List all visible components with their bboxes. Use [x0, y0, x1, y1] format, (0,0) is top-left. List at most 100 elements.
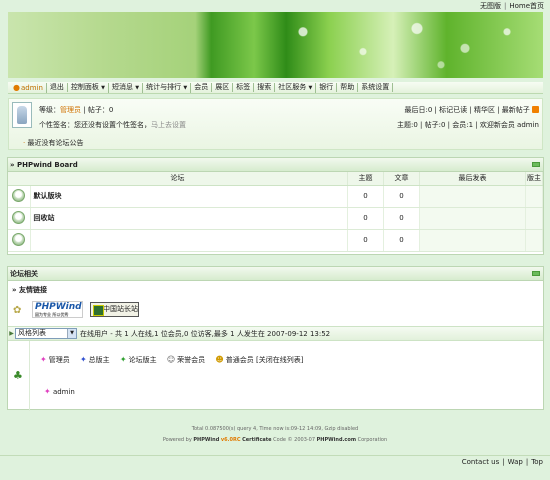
- col-posts: 文章: [383, 172, 420, 186]
- topic-count: 0: [347, 185, 384, 208]
- last-post: [419, 229, 526, 252]
- table-row: 默认版块 0 0: [8, 185, 544, 208]
- nav-stats[interactable]: 统计与排行 ▼: [143, 82, 192, 93]
- bottom-links: Contact us | Wap | Top: [461, 458, 543, 466]
- col-moderator: 版主: [525, 172, 544, 186]
- nav-community[interactable]: 社区服务 ▼: [275, 82, 317, 93]
- online-user-link[interactable]: admin: [53, 388, 75, 396]
- topic-count: 0: [347, 229, 384, 252]
- nav-settings[interactable]: 系统设置: [358, 83, 394, 92]
- collapse-icon[interactable]: [532, 162, 540, 167]
- forum-stats: 主题:0 | 帖子:0 | 会员:1 | 欢迎新会员 admin: [396, 121, 539, 129]
- nav-control-panel[interactable]: 控制面板 ▼: [68, 82, 110, 93]
- legend-admin: 管理员: [48, 356, 70, 364]
- certificate-link[interactable]: Certificate: [242, 437, 271, 443]
- header-banner: [8, 12, 543, 78]
- phpwind-logo-sub: 因为专业 所以优秀: [35, 312, 69, 317]
- table-row: 0 0: [8, 229, 544, 252]
- chinaz-logo-link[interactable]: 中国站长站: [90, 302, 139, 317]
- set-signature-link[interactable]: 马上去设置: [151, 121, 186, 129]
- forum-name[interactable]: 默认版块: [30, 185, 348, 208]
- col-topics: 主题: [347, 172, 384, 186]
- version: v6.0RC: [220, 437, 241, 443]
- bullet-icon: ·: [23, 139, 26, 147]
- quick-links: 最后日:0 | 标记已读 | 精华区 | 最新帖子: [405, 105, 539, 115]
- nav-members[interactable]: 会员: [191, 83, 213, 92]
- wap-bottom-link[interactable]: Wap: [508, 458, 523, 466]
- avatar-image: [17, 106, 27, 124]
- footer: Total 0.087500(s) query 4, Time now is:0…: [0, 424, 550, 446]
- digest-link[interactable]: 精华区: [474, 106, 495, 114]
- rss-icon[interactable]: [532, 106, 539, 113]
- chevron-down-icon: ▼: [101, 84, 106, 91]
- nav-logout[interactable]: 退出: [47, 83, 68, 92]
- honor-icon: ☺: [166, 355, 176, 364]
- moderator: [525, 229, 544, 252]
- friend-links-title: » 友情链接: [12, 286, 47, 294]
- forum-icon: [12, 210, 26, 224]
- online-bar: ▶ 风格列表 ▼ 在线用户 - 共 1 人在线,1 位会员,0 位访客,最多 1…: [8, 326, 543, 341]
- collapse-icon[interactable]: [532, 271, 540, 276]
- top-link[interactable]: Top: [531, 458, 543, 466]
- divider: [0, 455, 550, 456]
- brand-link[interactable]: PHPWind: [193, 437, 219, 443]
- nav-user[interactable]: ●admin: [10, 82, 47, 93]
- chevron-down-icon: ▼: [308, 84, 313, 91]
- user-info-panel: 等级：管理员 | 帖子：0 个性签名：您还没有设置个性签名，马上去设置 · 最近…: [8, 98, 543, 150]
- latest-posts-link[interactable]: 最新帖子: [502, 106, 530, 114]
- legend-member: 普通会员: [225, 356, 254, 364]
- chevron-down-icon: ▼: [67, 329, 76, 338]
- style-select[interactable]: 风格列表 ▼: [15, 328, 77, 339]
- chevron-down-icon: ▼: [135, 84, 140, 91]
- post-count: 0: [383, 229, 420, 252]
- level-label: 等级：: [39, 106, 60, 114]
- nav-tags[interactable]: 标签: [233, 83, 255, 92]
- board-header: » PHPwind Board: [8, 158, 543, 172]
- level-value[interactable]: 管理员: [60, 106, 81, 114]
- corp-label: Corporation: [357, 437, 388, 443]
- footer-debug-line: Total 0.087500(s) query 4, Time now is:0…: [191, 426, 359, 432]
- related-title: 论坛相关: [10, 270, 38, 278]
- main-nav: ●admin 退出 控制面板 ▼ 短消息 ▼ 统计与排行 ▼ 会员 展区 标签 …: [8, 82, 543, 94]
- forum-icon: [12, 188, 26, 202]
- last-post: [419, 207, 526, 230]
- moderator: [525, 185, 544, 208]
- nav-bank[interactable]: 银行: [316, 83, 338, 92]
- last-day-link[interactable]: 最后日:0: [405, 106, 433, 114]
- nav-messages[interactable]: 短消息 ▼: [109, 82, 144, 93]
- admin-group-icon: ✦: [40, 355, 47, 364]
- mod-icon: ✦: [119, 355, 127, 364]
- post-count: 0: [383, 207, 420, 230]
- forum-icon: [12, 232, 26, 246]
- forum-name[interactable]: [30, 229, 348, 252]
- nav-search[interactable]: 搜索: [254, 83, 276, 92]
- contact-link[interactable]: Contact us: [462, 458, 500, 466]
- forum-name[interactable]: 回收站: [30, 207, 348, 230]
- site-link[interactable]: PHPWind.com: [317, 437, 356, 443]
- online-list: ♣ ✦ 管理员 ✦ 总版主 ✦ 论坛版主 ☺ 荣誉会员 ☻ 普通会员 [关闭在线列表] ✦…: [8, 341, 543, 411]
- board-title[interactable]: » PHPwind Board: [10, 161, 78, 169]
- announcement-text: 最近没有论坛公告: [27, 139, 84, 147]
- copyright: Code © 2003-07: [273, 437, 316, 443]
- friend-links: ✿ PHPWind 因为专业 所以优秀 中国站长站: [8, 298, 543, 320]
- group-legend: ✦ 管理员 ✦ 总版主 ✦ 论坛版主 ☺ 荣誉会员 ☻ 普通会员 [关闭在线列表]: [40, 355, 303, 365]
- post-count: 帖子：0: [87, 106, 114, 114]
- wap-link[interactable]: 无图版: [480, 2, 501, 10]
- home-link[interactable]: Home首页: [509, 2, 544, 10]
- nav-help[interactable]: 帮助: [337, 83, 359, 92]
- super-mod-icon: ✦: [79, 355, 87, 364]
- member-icon: ☻: [215, 355, 224, 364]
- user-icon: ●: [13, 82, 20, 92]
- table-row: 回收站 0 0: [8, 207, 544, 230]
- mark-read-link[interactable]: 标记已读: [439, 106, 467, 114]
- last-post: [419, 185, 526, 208]
- announcement: · 最近没有论坛公告: [23, 138, 83, 148]
- style-select-value: 风格列表: [18, 329, 46, 337]
- nav-showcase[interactable]: 展区: [212, 83, 234, 92]
- powered-label: Powered by: [162, 437, 192, 443]
- avatar[interactable]: [12, 102, 32, 128]
- close-online-list-link[interactable]: [关闭在线列表]: [256, 356, 303, 364]
- phpwind-logo-link[interactable]: PHPWind 因为专业 所以优秀: [32, 301, 83, 318]
- top-links: 无图版 | Home首页: [479, 2, 544, 10]
- related-header: 论坛相关: [8, 267, 543, 281]
